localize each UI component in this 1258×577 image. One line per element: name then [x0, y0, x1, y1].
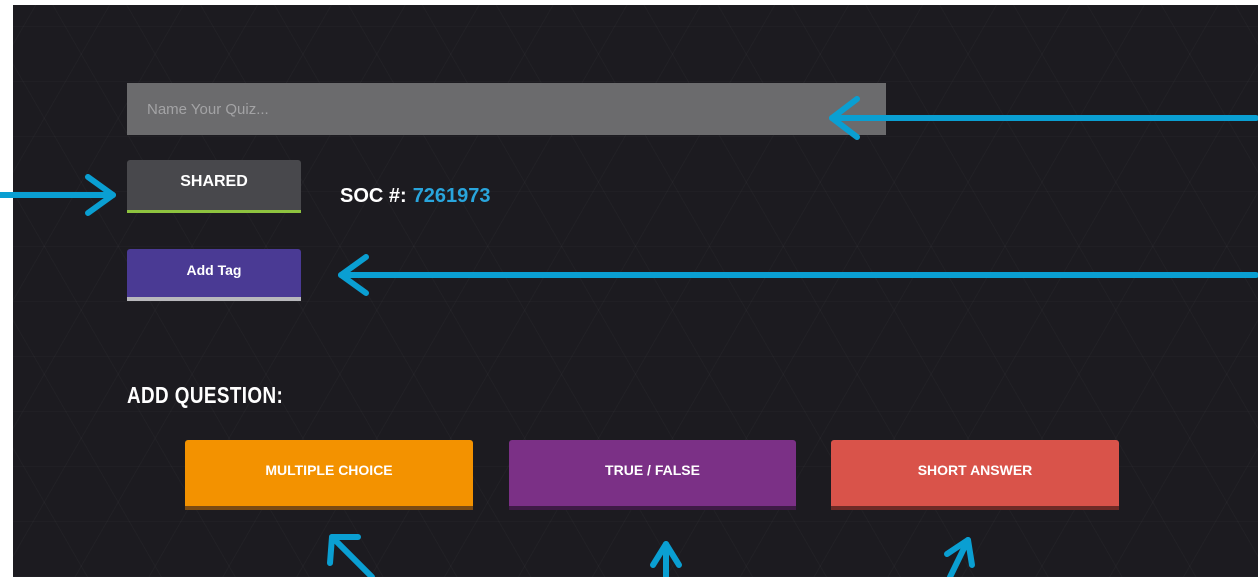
multiple-choice-button[interactable]: MULTIPLE CHOICE	[185, 440, 473, 510]
soc-label: SOC #:	[340, 185, 407, 207]
shared-toggle-button[interactable]: SHARED	[127, 160, 301, 213]
add-question-heading: ADD QUESTION:	[127, 382, 284, 408]
soc-number-display: SOC #: 7261973	[340, 185, 491, 208]
soc-number: 7261973	[412, 185, 491, 207]
short-answer-button[interactable]: SHORT ANSWER	[831, 440, 1119, 510]
multiple-choice-label: MULTIPLE CHOICE	[265, 462, 393, 478]
quiz-name-input[interactable]	[127, 83, 886, 135]
shared-label: SHARED	[180, 173, 248, 190]
true-false-label: TRUE / FALSE	[605, 462, 700, 478]
add-tag-button[interactable]: Add Tag	[127, 249, 301, 301]
true-false-button[interactable]: TRUE / FALSE	[509, 440, 796, 510]
add-tag-label: Add Tag	[186, 262, 242, 278]
short-answer-label: SHORT ANSWER	[917, 462, 1033, 478]
